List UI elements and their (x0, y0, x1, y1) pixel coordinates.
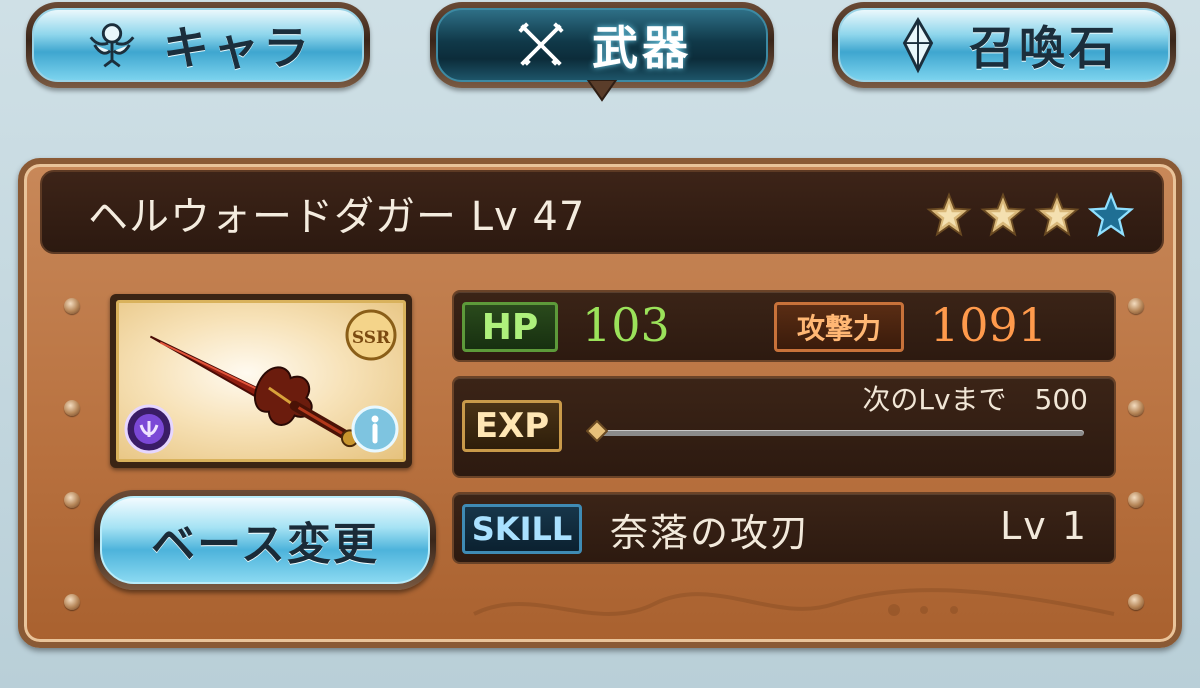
crossed-weapons-icon (518, 22, 564, 66)
panel-ornament (473, 588, 1115, 616)
weapon-title: ヘルウォードダガー Lv 47 (88, 194, 586, 240)
atk-value: 1091 (930, 298, 1048, 352)
rivet (64, 298, 80, 314)
rivet (64, 594, 80, 610)
info-icon[interactable] (349, 403, 401, 455)
tab-character-label: キャラ (163, 21, 313, 75)
rivet (1128, 492, 1144, 508)
tab-summon-label: 召喚石 (969, 21, 1119, 75)
weapon-card[interactable]: SSR (110, 294, 412, 468)
base-change-button-label: ベース変更 (151, 519, 379, 570)
skill-label: SKILL (462, 504, 582, 554)
atk-label: 攻撃力 (774, 302, 904, 352)
character-icon (89, 23, 135, 68)
star-filled-icon (1034, 192, 1080, 237)
rarity-stars (926, 192, 1134, 238)
hp-label: HP (462, 302, 558, 352)
skill-level: Lv 1 (1000, 504, 1088, 548)
base-change-button[interactable]: ベース変更 (94, 490, 436, 590)
ssr-badge: SSR (345, 309, 397, 361)
tab-character[interactable]: キャラ (26, 2, 370, 88)
exp-label: EXP (462, 400, 562, 452)
active-tab-pointer-icon (586, 80, 618, 102)
rivet (1128, 298, 1144, 314)
tab-weapon-label: 武器 (592, 21, 692, 75)
ssr-badge-text: SSR (352, 328, 391, 348)
skill-row[interactable]: SKILL 奈落の攻刃 Lv 1 (452, 492, 1116, 564)
element-orb-icon (124, 404, 174, 454)
exp-next-level-text: 次のLvまで 500 (862, 383, 1088, 416)
tab-weapon[interactable]: 武器 (430, 2, 774, 102)
tab-summon[interactable]: 召喚石 (832, 2, 1176, 88)
star-filled-icon (926, 192, 972, 237)
exp-progress-bar (594, 430, 1084, 436)
weapon-title-bar: ヘルウォードダガー Lv 47 (40, 170, 1164, 254)
rivet (64, 400, 80, 416)
star-filled-icon (980, 192, 1026, 237)
rivet (64, 492, 80, 508)
star-blue-icon (1088, 192, 1134, 238)
weapon-detail-panel: ヘルウォードダガー Lv 47 SSR ベース変更 HP 103 攻撃力 109… (18, 158, 1182, 648)
exp-progress-knob-icon (586, 420, 608, 442)
summon-crystal-icon (902, 16, 934, 74)
hp-value: 103 (582, 298, 670, 352)
stats-row-exp: EXP 次のLvまで 500 (452, 376, 1116, 478)
rivet (1128, 400, 1144, 416)
stats-row-hp-atk: HP 103 攻撃力 1091 (452, 290, 1116, 362)
skill-name: 奈落の攻刃 (610, 511, 811, 555)
